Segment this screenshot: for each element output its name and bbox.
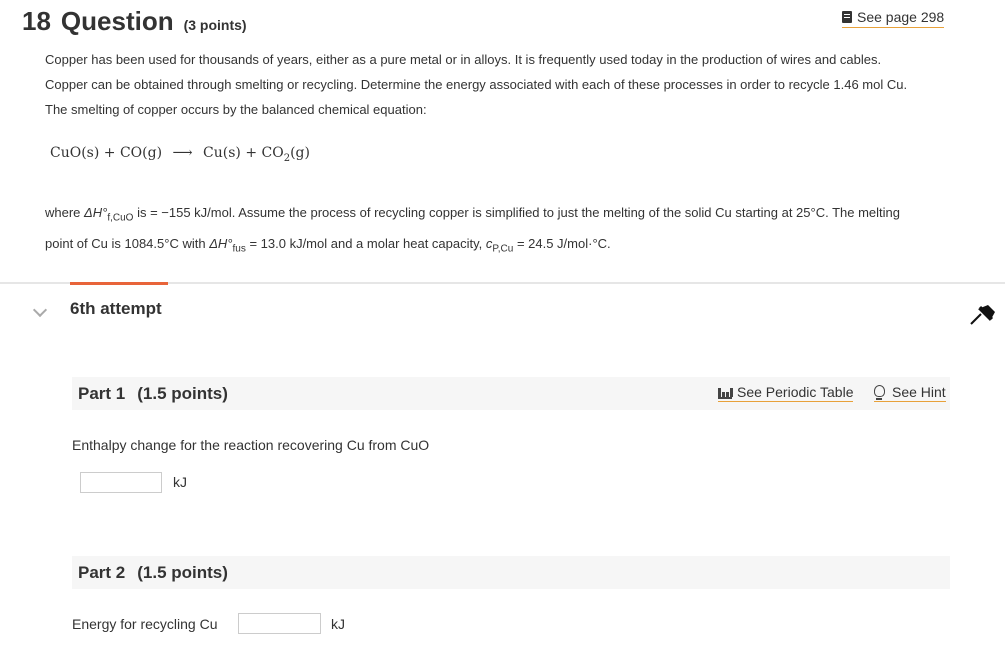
part2-prompt: Energy for recycling Cu [72, 616, 218, 632]
co2-state: (g) [290, 145, 310, 161]
see-page-label: See page 298 [857, 9, 945, 25]
part2-answer-input[interactable] [238, 613, 321, 634]
part1-unit: kJ [173, 474, 187, 490]
dhf-subscript: f,CuO [107, 212, 134, 224]
part1-points: (1.5 points) [137, 384, 228, 403]
eq-product-co2: CO2(g) [261, 145, 310, 164]
attempt-accent-bar [70, 282, 168, 285]
see-hint-link[interactable]: See Hint [874, 384, 946, 402]
part2-label: Part 2 [78, 563, 126, 582]
intro-line: Copper can be obtained through smelting … [45, 77, 908, 92]
conditions-line-1: where ΔH°f,CuO is = −155 kJ/mol. Assume … [45, 200, 975, 231]
part2-title: Part 2 (1.5 points) [78, 563, 228, 583]
question-points: (3 points) [183, 17, 247, 33]
chevron-down-icon[interactable] [32, 302, 48, 318]
cp-subscript: P,Cu [492, 243, 514, 255]
dhfus-symbol: ΔH° [209, 235, 233, 251]
question-header: 18 Question (3 points) [22, 6, 247, 37]
hint-label: See Hint [892, 384, 946, 400]
conditions-line-2: point of Cu is 1084.5°C with ΔH°fus = 13… [45, 231, 975, 262]
part1-title: Part 1 (1.5 points) [78, 384, 228, 404]
dhfus-subscript: fus [232, 243, 246, 255]
dhf-symbol: ΔH° [84, 205, 108, 220]
part2-header: Part 2 (1.5 points) [72, 556, 950, 589]
part1-label: Part 1 [78, 384, 126, 403]
intro-line: Copper has been used for thousands of ye… [45, 52, 882, 67]
periodic-table-label: See Periodic Table [737, 384, 854, 400]
question-number: 18 [22, 6, 51, 36]
book-icon [842, 11, 852, 23]
dhfus-value: = 13.0 kJ/mol and a molar heat capacity, [245, 235, 486, 251]
eq-reactant-cuo: CuO(s) [50, 145, 100, 161]
cp-value: = 24.5 J/mol·°C. [513, 235, 611, 251]
chemical-equation: CuO(s) + CO(g) ⟶ Cu(s) + CO2(g) [50, 145, 310, 164]
part2-unit: kJ [331, 616, 345, 632]
part1-answer-input[interactable] [80, 472, 162, 493]
conditions-text: point of Cu is 1084.5°C with [45, 235, 210, 251]
see-page-link[interactable]: See page 298 [842, 9, 945, 28]
see-periodic-table-link[interactable]: See Periodic Table [718, 384, 854, 402]
lightbulb-icon [874, 385, 885, 400]
question-conditions: where ΔH°f,CuO is = −155 kJ/mol. Assume … [45, 200, 975, 261]
question-word: Question [60, 6, 174, 36]
dhf-value: is = −155 kJ/mol. Assume the process of … [133, 205, 901, 220]
eq-reactant-co: CO(g) [119, 145, 163, 161]
eq-product-cu: Cu(s) [203, 145, 241, 161]
intro-line: The smelting of copper occurs by the bal… [45, 102, 427, 117]
co2-base: CO [261, 145, 284, 161]
pin-icon[interactable] [968, 300, 998, 326]
conditions-text: where [45, 205, 85, 220]
part1-prompt: Enthalpy change for the reaction recover… [72, 437, 430, 453]
eq-plus: + [245, 145, 258, 161]
part2-points: (1.5 points) [137, 563, 228, 582]
eq-plus: + [103, 145, 116, 161]
question-intro: Copper has been used for thousands of ye… [45, 47, 975, 122]
eq-arrow: ⟶ [172, 145, 193, 161]
periodic-table-icon [718, 386, 733, 399]
attempt-label: 6th attempt [70, 299, 162, 318]
